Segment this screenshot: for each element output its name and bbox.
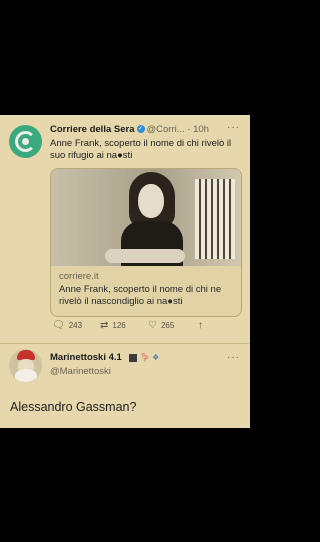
tweet-actions: 🗨︎ 243 ⇄ 126 ♡ 265 ↑ bbox=[50, 320, 240, 334]
puzzle-icon: ❖ bbox=[152, 353, 160, 362]
reply-author-handle[interactable]: @Marinettoski bbox=[50, 366, 111, 377]
share-button[interactable]: ↑ bbox=[198, 320, 207, 331]
tweet-text: Anne Frank, scoperto il nome di chi rive… bbox=[50, 138, 232, 161]
flamingo-icon: 🦩︎ bbox=[139, 353, 150, 362]
tweet-header: Corriere della Sera ✓ @Corri... · 10h bbox=[50, 124, 209, 135]
reply-text: Alessandro Gassman? bbox=[10, 400, 137, 414]
retweet-button[interactable]: ⇄ 126 bbox=[100, 320, 126, 331]
reply-author-line: Marinettoski 4.1 🦩︎ ❖ bbox=[50, 352, 159, 363]
name-badges: 🦩︎ ❖ bbox=[127, 353, 159, 362]
author-handle[interactable]: @Corri... bbox=[147, 124, 185, 135]
reply-more-icon[interactable]: ··· bbox=[227, 352, 240, 363]
marinettoski-avatar[interactable] bbox=[9, 349, 42, 382]
like-button[interactable]: ♡ 265 bbox=[148, 320, 174, 331]
more-icon[interactable]: ··· bbox=[227, 122, 240, 133]
card-photo bbox=[51, 169, 241, 266]
share-icon: ↑ bbox=[198, 320, 203, 331]
flag-icon bbox=[129, 353, 138, 362]
author-name[interactable]: Corriere della Sera bbox=[50, 124, 135, 135]
screenshot-area: Corriere della Sera ✓ @Corri... · 10h ··· … bbox=[0, 115, 250, 428]
reply-icon: 🗨︎ bbox=[52, 320, 65, 331]
card-domain: corriere.it bbox=[59, 271, 99, 282]
reply-author-name[interactable]: Marinettoski bbox=[50, 352, 106, 363]
reply-button[interactable]: 🗨︎ 243 bbox=[52, 320, 82, 331]
like-icon: ♡ bbox=[148, 320, 157, 331]
card-title: Anne Frank, scoperto il nome di chi ne r… bbox=[59, 284, 222, 307]
reply-count: 243 bbox=[68, 321, 83, 330]
divider bbox=[0, 343, 250, 344]
reply-author-version: 4.1 bbox=[108, 352, 122, 363]
like-count: 265 bbox=[160, 321, 175, 330]
tweet-time[interactable]: · 10h bbox=[187, 124, 209, 135]
verified-badge-icon: ✓ bbox=[136, 125, 145, 134]
retweet-count: 126 bbox=[112, 321, 126, 330]
link-card[interactable]: corriere.it Anne Frank, scoperto il nome… bbox=[50, 168, 242, 317]
corriere-avatar[interactable] bbox=[9, 125, 42, 158]
retweet-icon: ⇄ bbox=[100, 320, 109, 331]
